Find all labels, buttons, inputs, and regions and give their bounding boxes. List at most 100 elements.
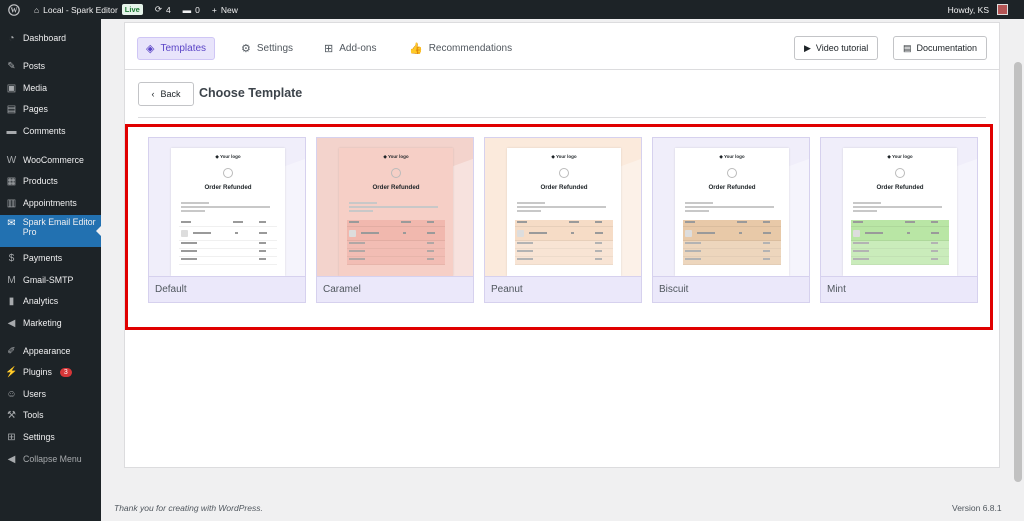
live-badge: Live [121, 4, 143, 15]
avatar [997, 4, 1008, 15]
sidebar-item-comments[interactable]: ▬ Comments [0, 121, 101, 141]
dashboard-icon: ◔ [8, 32, 15, 44]
video-tutorial-button[interactable]: ▶ Video tutorial [794, 36, 879, 60]
sidebar-item-appearance[interactable]: ✐ Appearance [0, 341, 101, 361]
cell-placeholder [517, 221, 527, 223]
sidebar-item-products[interactable]: ▦ Products [0, 171, 101, 191]
sidebar-item-label: Tools [23, 410, 44, 420]
logo-text: Your logo [555, 154, 577, 159]
sidebar-item-appointments[interactable]: ▥ Appointments [0, 193, 101, 213]
sidebar-item-gmail-smtp[interactable]: M Gmail-SMTP [0, 270, 101, 290]
template-card-peanut[interactable]: ◆ Your logo Order Refunded Peanut [484, 137, 642, 303]
cell-placeholder [595, 221, 602, 223]
comments-link[interactable]: ▬ 0 [177, 0, 206, 19]
sidebar-item-media[interactable]: ▣ Media [0, 78, 101, 98]
template-preview: ◆ Your logo Order Refunded [821, 138, 977, 276]
price-placeholder [259, 232, 267, 234]
sidebar-item-tools[interactable]: ⚒ Tools [0, 405, 101, 425]
table-row [347, 257, 445, 265]
sidebar-item-label: Appointments [23, 198, 77, 208]
updates-icon: ⟳ [154, 4, 162, 14]
cell-placeholder [931, 221, 938, 223]
documentation-button[interactable]: ▤ Documentation [893, 36, 988, 60]
calendar-icon: ▥ [6, 197, 17, 209]
email-heading: Order Refunded [372, 184, 420, 191]
home-icon: ⌂ [34, 4, 40, 15]
scrollbar-thumb[interactable] [1014, 62, 1022, 482]
sidebar-item-analytics[interactable]: ▮ Analytics [0, 291, 101, 311]
tab-label: Templates [160, 43, 207, 54]
cell-placeholder [259, 250, 266, 252]
tab-templates[interactable]: ◈ Templates [137, 37, 216, 60]
back-button[interactable]: ‹ Back [138, 82, 194, 106]
tab-recommendations[interactable]: 👍 Recommendations [401, 37, 520, 60]
template-name: Biscuit [653, 276, 809, 302]
updates-count: 4 [165, 4, 171, 15]
new-content-link[interactable]: + New [206, 0, 244, 19]
email-logo: ◆ Your logo [507, 154, 621, 160]
site-name: Local - Spark Editor [43, 4, 118, 15]
sidebar-item-label: Dashboard [23, 33, 67, 43]
sidebar-item-plugins[interactable]: ⚡ Plugins 3 [0, 362, 101, 382]
brush-icon: ✐ [7, 345, 16, 357]
cell-placeholder [931, 242, 938, 244]
plugin-icon: ⚡ [5, 366, 18, 378]
refund-icon [559, 168, 569, 178]
sidebar-item-label: Products [23, 176, 58, 186]
admin-sidebar: ◔ Dashboard ✎ Posts ▣ Media ▤ Pages ▬ Comments W Wo… [0, 19, 101, 521]
howdy-text: Howdy, KS [947, 4, 989, 15]
sidebar-item-settings[interactable]: ⊞ Settings [0, 427, 101, 447]
sidebar-item-users[interactable]: ☺ Users [0, 384, 101, 404]
document-icon: ▤ [903, 42, 912, 53]
cell-placeholder [349, 221, 359, 223]
template-card-mint[interactable]: ◆ Your logo Order Refunded Mint [820, 137, 978, 303]
sidebar-item-collapse-menu[interactable]: ◀ Collapse Menu [0, 449, 101, 469]
refund-icon [391, 168, 401, 178]
cell-placeholder [517, 242, 533, 244]
site-name-link[interactable]: ⌂ Local - Spark Editor Live [28, 0, 149, 19]
table-row [179, 220, 277, 227]
sidebar-item-payments[interactable]: $ Payments [0, 248, 101, 268]
product-thumbnail [181, 230, 188, 237]
sidebar-item-posts[interactable]: ✎ Posts [0, 56, 101, 76]
new-label: New [220, 4, 238, 15]
tab-label: Settings [256, 43, 294, 54]
template-card-caramel[interactable]: ◆ Your logo Order Refunded Caramel [316, 137, 474, 303]
video-tutorial-label: Video tutorial [815, 43, 869, 53]
template-preview: ◆ Your logo Order Refunded [149, 138, 305, 276]
sidebar-item-spark-email-editor-pro[interactable]: ✉ Spark Email Editor Pro [0, 215, 101, 247]
price-placeholder [427, 232, 435, 234]
updates-link[interactable]: ⟳ 4 [149, 0, 177, 19]
sidebar-item-dashboard[interactable]: ◔ Dashboard [0, 28, 101, 48]
woo-icon: W [6, 154, 17, 166]
my-account-link[interactable]: Howdy, KS [942, 0, 1024, 19]
cell-placeholder [259, 258, 266, 260]
tools-icon: ⚒ [7, 409, 16, 421]
refund-icon [895, 168, 905, 178]
template-card-biscuit[interactable]: ◆ Your logo Order Refunded Biscuit [652, 137, 810, 303]
table-row [179, 241, 277, 249]
video-icon: ▶ [804, 42, 811, 53]
cell-placeholder [233, 221, 243, 223]
table-row [179, 257, 277, 265]
template-name: Peanut [485, 276, 641, 302]
sidebar-item-marketing[interactable]: ◀ Marketing [0, 313, 101, 333]
table-row [515, 257, 613, 265]
table-row [851, 249, 949, 257]
product-name-placeholder [361, 232, 379, 234]
cell-placeholder [427, 258, 434, 260]
cell-placeholder [595, 250, 602, 252]
cell-placeholder [517, 258, 533, 260]
wordpress-logo-icon[interactable]: W [0, 0, 28, 19]
template-card-default[interactable]: ◆ Your logo Order Refunded Default [148, 137, 306, 303]
sidebar-item-woocommerce[interactable]: W WooCommerce [0, 150, 101, 170]
collapse-icon: ◀ [7, 453, 16, 465]
tab-settings[interactable]: ⚙ Settings [233, 37, 301, 60]
sidebar-item-label: Analytics [23, 296, 59, 306]
sidebar-item-pages[interactable]: ▤ Pages [0, 99, 101, 119]
chevron-left-icon: ‹ [151, 89, 155, 99]
tab-addons[interactable]: ⊞ Add-ons [316, 37, 384, 60]
cell-placeholder [853, 250, 869, 252]
payments-icon: $ [8, 252, 15, 264]
quantity-placeholder [403, 232, 406, 234]
